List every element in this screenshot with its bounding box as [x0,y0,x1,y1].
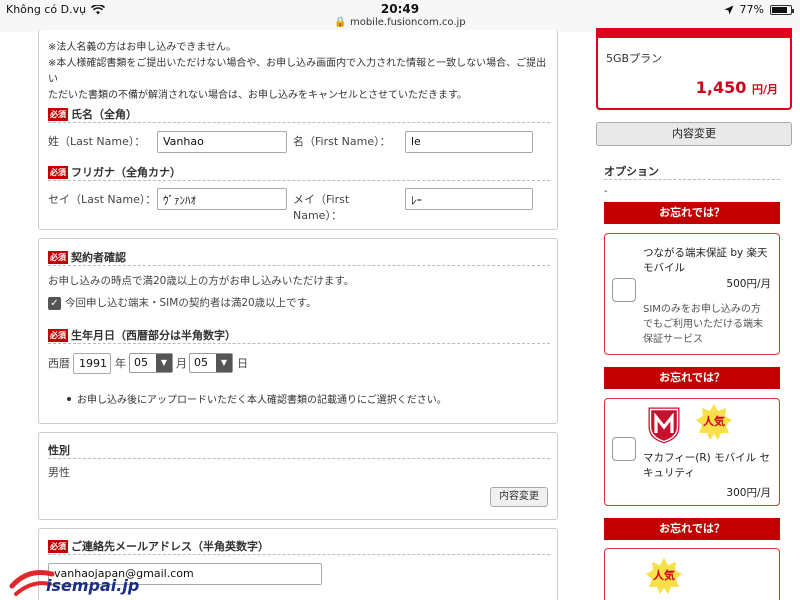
option-desc: SIMのみをお申し込みの方 でもご利用いただける端末 保証サービス [643,304,763,345]
bullet-icon [67,396,71,401]
age-checkbox-label: 今回申し込む端末・SIMの契約者は満20歳以上です。 [65,297,317,309]
last-kana-input[interactable]: ｳﾞｧﾝﾊｵ [157,188,287,210]
gender-panel: 性別 男性 内容変更 [38,432,558,520]
divider [48,458,550,459]
gender-change-button[interactable]: 内容変更 [490,487,548,507]
popular-badge: 人気 [695,403,733,441]
required-badge: 必須 [48,107,68,121]
option-name: マカフィー(R) モバイル セ キュリティ [643,452,770,479]
forgot-ribbon: お忘れでは？ [604,202,780,224]
name-section-title: 必須 氏名（全角） [48,107,137,121]
notice-text: ※法人名義の方はお申し込みできません。 ※本人様確認書類をご提出いただけない場合… [48,42,547,101]
option-card-mcafee[interactable]: 人気 マカフィー(R) モバイル セ キュリティ 300円/月 [604,398,780,506]
contractor-panel: 必須 契約者確認 お申し込みの時点で満20歳以上の方がお申し込みいただけます。 … [38,238,558,424]
option-checkbox[interactable] [612,278,636,302]
age-checkbox[interactable]: ✓ [48,297,61,310]
battery-icon [770,4,794,15]
option-card-3[interactable]: 人気 [604,548,780,600]
year-unit: 年 [115,357,126,370]
option-price: 300円/月 [726,487,771,499]
era-label: 西暦 [48,357,70,370]
gender-section-title: 性別 [48,444,70,457]
dropdown-arrow-icon: ▼ [216,354,232,372]
forgot-ribbon: お忘れでは？ [604,367,780,389]
mcafee-shield-icon [647,406,681,445]
divider [48,122,550,123]
option-card-warranty[interactable]: つながる端末保証 by 楽天 モバイル 500円/月 SIMのみをお申し込みの方… [604,233,780,355]
clock: 20:49 [380,2,420,16]
contractor-section-title: 必須 契約者確認 [48,250,126,264]
options-empty-dash: - [604,186,608,197]
divider [48,343,550,344]
birth-year-input[interactable]: 1991 [73,353,111,374]
plan-card: 5GBプラン 1,450 円/月 [596,28,792,110]
forgot-ribbon: お忘れでは？ [604,518,780,540]
required-badge: 必須 [48,165,68,179]
last-kana-label: セイ（Last Name）： [48,193,157,206]
contractor-desc: お申し込みの時点で満20歳以上の方がお申し込みいただけます。 [48,275,355,287]
required-badge: 必須 [48,539,68,553]
popular-badge: 人気 [645,557,683,595]
battery-percent: 77% [739,3,764,16]
plan-name: 5GBプラン [606,52,663,65]
divider [48,180,550,181]
last-name-input[interactable]: Vanhao [157,131,287,153]
lock-icon: 🔒 [334,17,347,28]
divider [48,265,550,266]
birthday-section-title: 必須 生年月日（西暦部分は半角数字） [48,328,236,342]
plan-price: 1,450 円/月 [695,78,778,97]
birthday-note: お申し込み後にアップロードいただく本人確認書類の記載通りにご選択ください。 [67,391,447,406]
furigana-section-title: 必須 フリガナ（全角カナ） [48,165,181,179]
option-name: つながる端末保証 by 楽天 モバイル [643,247,768,274]
dropdown-arrow-icon: ▼ [156,354,172,372]
first-name-label: 名（First Name）： [293,135,391,148]
first-kana-input[interactable]: ﾚｰ [405,188,533,210]
option-checkbox[interactable] [612,437,636,461]
plan-card-header [596,28,792,38]
required-badge: 必須 [48,328,68,342]
first-name-input[interactable]: le [405,131,533,153]
status-right: 77% [724,3,794,16]
url-text: mobile.fusioncom.co.jp [349,17,466,28]
birth-day-select[interactable]: 05 ▼ [189,353,233,373]
email-section-title: 必須 ご連絡先メールアドレス（半角英数字） [48,539,269,553]
watermark-text: isempai.jp [46,576,140,595]
gender-value: 男性 [48,466,70,479]
plan-change-button[interactable]: 内容変更 [596,122,792,146]
required-badge: 必須 [48,250,68,264]
divider [48,554,550,555]
divider [604,179,780,180]
month-unit: 月 [176,357,187,370]
first-kana-label: メイ（First Name）： [293,193,350,222]
option-price: 500円/月 [726,278,771,290]
last-name-label: 姓（Last Name）： [48,135,146,148]
name-panel: ※法人名義の方はお申し込みできません。 ※本人様確認書類をご提出いただけない場合… [38,30,558,230]
options-title: オプション [604,165,659,178]
day-unit: 日 [237,357,248,370]
location-arrow-icon [724,5,734,14]
birth-month-select[interactable]: 05 ▼ [129,353,173,373]
url-bar[interactable]: 🔒 mobile.fusioncom.co.jp [0,17,800,28]
